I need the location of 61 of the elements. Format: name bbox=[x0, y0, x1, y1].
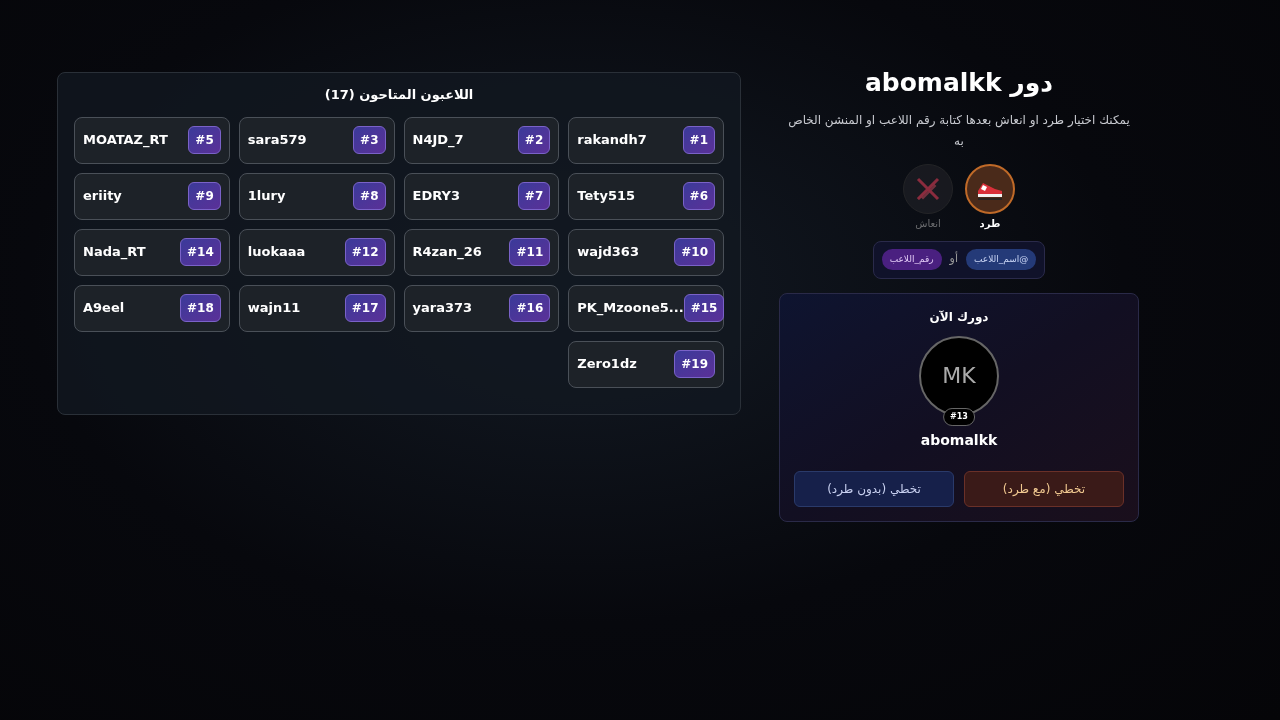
player-name: yara373 bbox=[412, 299, 473, 318]
panel-title: اللاعبون المتاحون (17) bbox=[323, 86, 475, 104]
player-name: sara579 bbox=[247, 131, 307, 150]
player-card[interactable]: sara579 #3 bbox=[238, 116, 395, 164]
player-number: #14 bbox=[180, 238, 221, 266]
player-name: abomalkk bbox=[920, 430, 998, 450]
instructions: يمكنك اختيار طرد او انعاش بعدها كتابة رقم اللاعب او المنشن الخاص به bbox=[787, 111, 1131, 150]
player-name: Tety515 bbox=[577, 187, 636, 206]
player-name: wajn11 bbox=[247, 299, 301, 318]
player-card[interactable]: Tety515 #6 bbox=[568, 172, 724, 220]
skip-button[interactable]: تخطي (مع طرد) bbox=[964, 470, 1124, 507]
player-card[interactable]: R4zan_26 #11 bbox=[403, 228, 560, 276]
player-name: Nada_RT bbox=[83, 243, 146, 262]
player-number: #17 bbox=[344, 294, 386, 322]
player-card[interactable]: N4JD_7 #2 bbox=[403, 116, 560, 164]
player-number: #2 bbox=[517, 126, 551, 154]
player-card[interactable]: PK_Mzoone5... #15 bbox=[568, 284, 724, 332]
player-number: #11 bbox=[509, 238, 551, 266]
player-card[interactable]: wajd363 #10 bbox=[568, 228, 724, 276]
mention-tag: @اسم_اللاعب bbox=[966, 248, 1037, 271]
player-number: #9 bbox=[188, 182, 221, 210]
player-number: #15 bbox=[683, 294, 725, 322]
player-card[interactable]: Nada_RT #14 bbox=[74, 228, 230, 276]
player-card[interactable]: Zero1dz #19 bbox=[568, 340, 724, 388]
player-card[interactable]: A9eel #18 bbox=[74, 284, 230, 332]
player-name: PK_Mzoone5... bbox=[577, 299, 684, 318]
player-card[interactable]: wajn11 #17 bbox=[238, 284, 395, 332]
player-number: #16 bbox=[509, 294, 551, 322]
player-card[interactable]: rakandh7 #1 bbox=[568, 116, 724, 164]
number-tag: رقم_اللاعب bbox=[881, 248, 942, 271]
player-card[interactable]: luokaaa #12 bbox=[238, 228, 395, 276]
turn-title: دور abomalkk bbox=[864, 67, 1054, 99]
player-name: N4JD_7 bbox=[412, 131, 464, 150]
player-name: R4zan_26 bbox=[412, 243, 482, 262]
player-name: wajd363 bbox=[577, 243, 639, 262]
player-name: luokaaa bbox=[247, 243, 306, 262]
player-number: #8 bbox=[353, 182, 386, 210]
player-number: #18 bbox=[180, 294, 221, 322]
player-name: eriity bbox=[83, 187, 122, 206]
player-name: MOATAZ_RT bbox=[83, 131, 168, 150]
player-card[interactable]: yara373 #16 bbox=[403, 284, 560, 332]
player-name: A9eel bbox=[83, 299, 125, 318]
player-number: #6 bbox=[682, 182, 715, 210]
skip-button[interactable]: تخطي (بدون طرد) bbox=[794, 470, 954, 507]
player-number: #7 bbox=[517, 182, 551, 210]
player-card[interactable]: EDRY3 #7 bbox=[403, 172, 560, 220]
player-number: #1 bbox=[682, 126, 715, 154]
player-name: Zero1dz bbox=[577, 355, 637, 374]
player-number: #19 bbox=[674, 350, 715, 378]
or-label: أو bbox=[949, 251, 958, 268]
card-title: دورك الآن bbox=[929, 308, 989, 326]
player-number: #3 bbox=[353, 126, 386, 154]
player-number: #5 bbox=[188, 126, 221, 154]
player-name: EDRY3 bbox=[412, 187, 460, 206]
player-number: #12 bbox=[344, 238, 386, 266]
player-name: 1lury bbox=[247, 187, 286, 206]
player-card[interactable]: 1lury #8 bbox=[238, 172, 395, 220]
player-card[interactable]: MOATAZ_RT #5 bbox=[74, 116, 230, 164]
player-card[interactable]: eriity #9 bbox=[74, 172, 230, 220]
player-name: rakandh7 bbox=[577, 131, 647, 150]
player-number: #10 bbox=[674, 238, 715, 266]
